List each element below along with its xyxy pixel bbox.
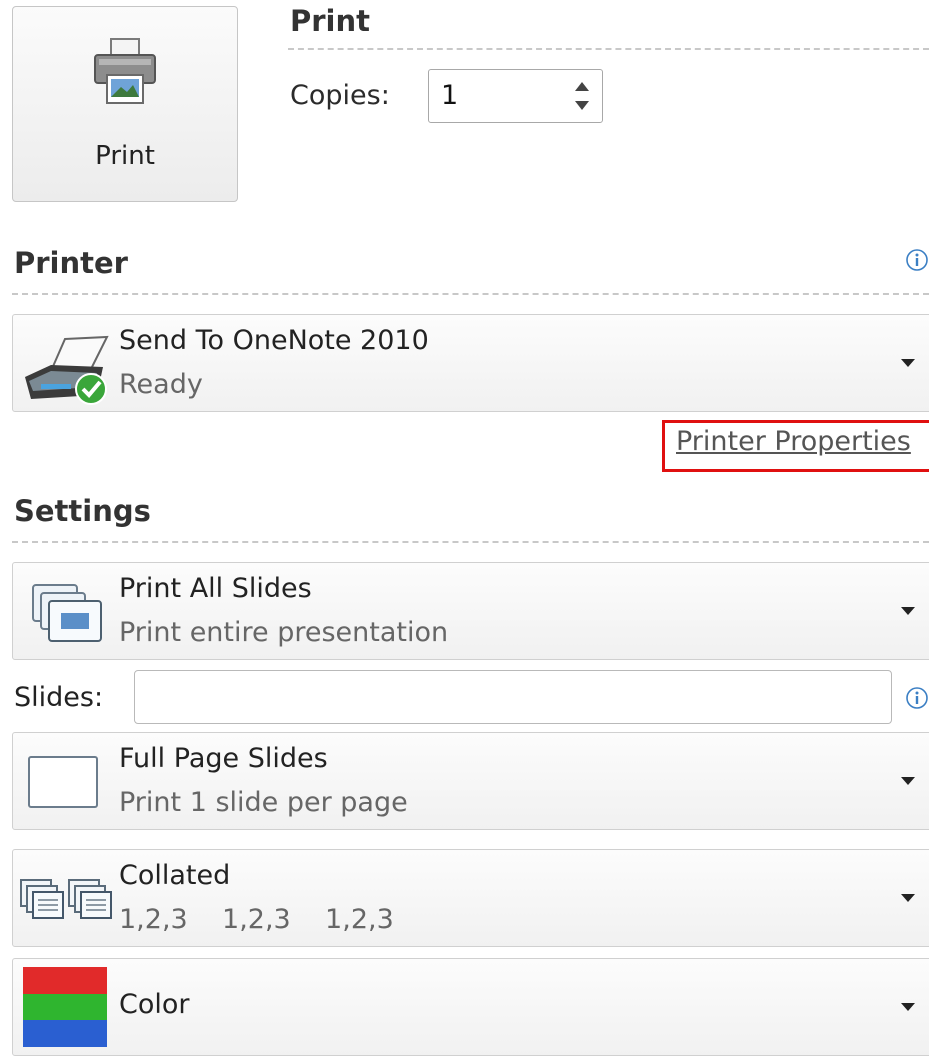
chevron-down-icon (901, 359, 915, 367)
chevron-down-icon (901, 607, 915, 615)
divider (12, 541, 929, 543)
printer-icon (94, 38, 156, 104)
printer-ready-icon (25, 335, 109, 405)
copies-stepper[interactable]: 1 (428, 69, 603, 123)
collation-dropdown[interactable]: Collated 1,2,3 1,2,3 1,2,3 (12, 849, 929, 947)
print-range-subtitle: Print entire presentation (119, 617, 449, 648)
collation-title: Collated (119, 860, 231, 891)
printer-dropdown[interactable]: Send To OneNote 2010 Ready (12, 314, 929, 412)
chevron-down-icon (901, 777, 915, 785)
print-range-dropdown[interactable]: Print All Slides Print entire presentati… (12, 562, 929, 660)
chevron-down-icon (901, 894, 915, 902)
full-page-slide-icon (28, 756, 98, 808)
layout-dropdown[interactable]: Full Page Slides Print 1 slide per page (12, 732, 929, 830)
info-icon[interactable] (905, 248, 929, 272)
slides-stack-icon (32, 584, 102, 642)
color-swatch-icon (23, 967, 107, 1047)
print-range-title: Print All Slides (119, 573, 312, 604)
print-section-title: Print (290, 4, 371, 38)
slides-label: Slides: (14, 682, 104, 713)
info-icon[interactable] (905, 686, 929, 710)
color-dropdown[interactable]: Color (12, 958, 929, 1056)
printer-section-title: Printer (14, 246, 128, 280)
printer-status: Ready (119, 369, 203, 400)
divider (288, 48, 929, 50)
color-title: Color (119, 989, 190, 1020)
divider (12, 293, 929, 295)
layout-title: Full Page Slides (119, 743, 328, 774)
copies-value: 1 (441, 80, 459, 111)
chevron-down-icon (901, 1003, 915, 1011)
layout-subtitle: Print 1 slide per page (119, 787, 408, 818)
slides-input[interactable] (134, 670, 892, 724)
highlight-box (662, 420, 929, 472)
print-button[interactable]: Print (12, 6, 238, 202)
copies-label: Copies: (290, 80, 390, 111)
collated-icon (20, 879, 112, 919)
settings-section-title: Settings (14, 494, 151, 528)
collation-subtitle: 1,2,3 1,2,3 1,2,3 (119, 904, 394, 935)
printer-name: Send To OneNote 2010 (119, 325, 429, 356)
print-button-label: Print (95, 141, 155, 171)
spinner-arrows-icon[interactable] (572, 77, 592, 115)
